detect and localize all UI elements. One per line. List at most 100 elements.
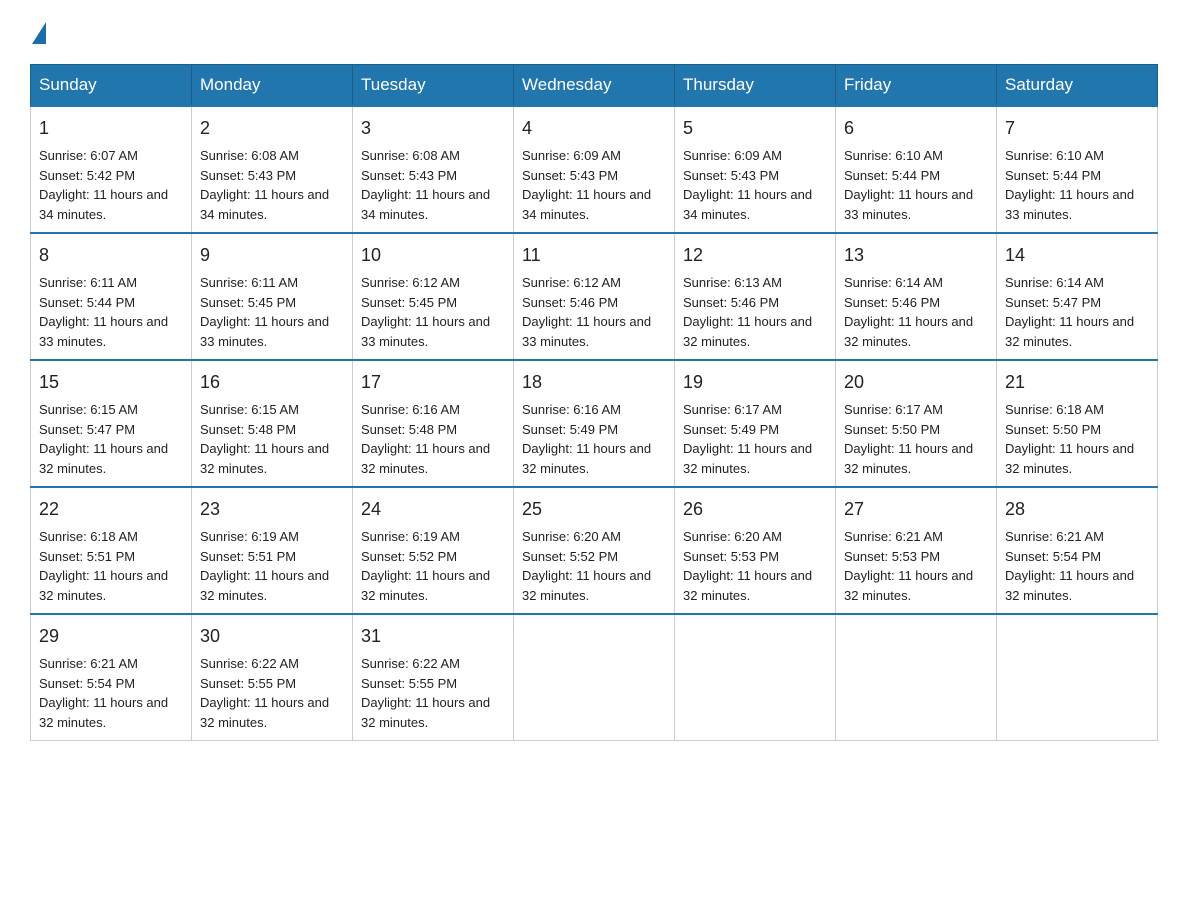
- calendar-cell: 8 Sunrise: 6:11 AMSunset: 5:44 PMDaylight…: [31, 233, 192, 360]
- calendar-cell: 13Sunrise: 6:14 AMSunset: 5:46 PMDayligh…: [836, 233, 997, 360]
- calendar-week-3: 15Sunrise: 6:15 AMSunset: 5:47 PMDayligh…: [31, 360, 1158, 487]
- day-info: Sunrise: 6:21 AMSunset: 5:54 PMDaylight:…: [1005, 527, 1149, 605]
- day-info: Sunrise: 6:12 AMSunset: 5:46 PMDaylight:…: [522, 273, 666, 351]
- header-saturday: Saturday: [997, 65, 1158, 107]
- day-info: Sunrise: 6:10 AMSunset: 5:44 PMDaylight:…: [1005, 146, 1149, 224]
- calendar-cell: 18 Sunrise: 6:16 AMSunset: 5:49 PMDayligh…: [514, 360, 675, 487]
- day-info: Sunrise: 6:13 AMSunset: 5:46 PMDaylight:…: [683, 273, 827, 351]
- calendar-cell: 26 Sunrise: 6:20 AMSunset: 5:53 PMDayligh…: [675, 487, 836, 614]
- header-thursday: Thursday: [675, 65, 836, 107]
- calendar-week-2: 8 Sunrise: 6:11 AMSunset: 5:44 PMDaylight…: [31, 233, 1158, 360]
- day-number: 29: [39, 623, 183, 650]
- calendar-cell: 17 Sunrise: 6:16 AMSunset: 5:48 PMDayligh…: [353, 360, 514, 487]
- day-number: 5: [683, 115, 827, 142]
- day-number: 20: [844, 369, 988, 396]
- day-number: 7: [1005, 115, 1149, 142]
- day-number: 10: [361, 242, 505, 269]
- day-number: 19: [683, 369, 827, 396]
- day-number: 28: [1005, 496, 1149, 523]
- calendar-cell: 19 Sunrise: 6:17 AMSunset: 5:49 PMDayligh…: [675, 360, 836, 487]
- day-number: 3: [361, 115, 505, 142]
- header-tuesday: Tuesday: [353, 65, 514, 107]
- day-number: 15: [39, 369, 183, 396]
- calendar-cell: 28 Sunrise: 6:21 AMSunset: 5:54 PMDayligh…: [997, 487, 1158, 614]
- day-info: Sunrise: 6:14 AMSunset: 5:47 PMDaylight:…: [1005, 273, 1149, 351]
- header-sunday: Sunday: [31, 65, 192, 107]
- day-number: 16: [200, 369, 344, 396]
- day-number: 30: [200, 623, 344, 650]
- day-info: Sunrise: 6:20 AMSunset: 5:52 PMDaylight:…: [522, 527, 666, 605]
- calendar-cell: 2Sunrise: 6:08 AMSunset: 5:43 PMDaylight…: [192, 106, 353, 233]
- calendar-week-5: 29 Sunrise: 6:21 AMSunset: 5:54 PMDayligh…: [31, 614, 1158, 741]
- calendar-cell: 7 Sunrise: 6:10 AMSunset: 5:44 PMDaylight…: [997, 106, 1158, 233]
- day-number: 23: [200, 496, 344, 523]
- calendar-cell: 9 Sunrise: 6:11 AMSunset: 5:45 PMDaylight…: [192, 233, 353, 360]
- day-number: 2: [200, 115, 344, 142]
- day-info: Sunrise: 6:18 AMSunset: 5:51 PMDaylight:…: [39, 527, 183, 605]
- calendar-cell: 27Sunrise: 6:21 AMSunset: 5:53 PMDayligh…: [836, 487, 997, 614]
- calendar-cell: 29 Sunrise: 6:21 AMSunset: 5:54 PMDayligh…: [31, 614, 192, 741]
- calendar-cell: 5 Sunrise: 6:09 AMSunset: 5:43 PMDaylight…: [675, 106, 836, 233]
- header-monday: Monday: [192, 65, 353, 107]
- calendar-cell: 25 Sunrise: 6:20 AMSunset: 5:52 PMDayligh…: [514, 487, 675, 614]
- calendar-cell: 4 Sunrise: 6:09 AMSunset: 5:43 PMDaylight…: [514, 106, 675, 233]
- calendar-week-4: 22 Sunrise: 6:18 AMSunset: 5:51 PMDayligh…: [31, 487, 1158, 614]
- day-info: Sunrise: 6:22 AMSunset: 5:55 PMDaylight:…: [200, 654, 344, 732]
- calendar-cell: 16Sunrise: 6:15 AMSunset: 5:48 PMDayligh…: [192, 360, 353, 487]
- calendar-cell: 21 Sunrise: 6:18 AMSunset: 5:50 PMDayligh…: [997, 360, 1158, 487]
- day-number: 26: [683, 496, 827, 523]
- day-info: Sunrise: 6:14 AMSunset: 5:46 PMDaylight:…: [844, 273, 988, 351]
- day-info: Sunrise: 6:22 AMSunset: 5:55 PMDaylight:…: [361, 654, 505, 732]
- calendar-table: SundayMondayTuesdayWednesdayThursdayFrid…: [30, 64, 1158, 741]
- day-info: Sunrise: 6:07 AMSunset: 5:42 PMDaylight:…: [39, 146, 183, 224]
- day-info: Sunrise: 6:20 AMSunset: 5:53 PMDaylight:…: [683, 527, 827, 605]
- day-info: Sunrise: 6:18 AMSunset: 5:50 PMDaylight:…: [1005, 400, 1149, 478]
- day-number: 25: [522, 496, 666, 523]
- calendar-cell: 14 Sunrise: 6:14 AMSunset: 5:47 PMDayligh…: [997, 233, 1158, 360]
- day-info: Sunrise: 6:09 AMSunset: 5:43 PMDaylight:…: [683, 146, 827, 224]
- day-info: Sunrise: 6:16 AMSunset: 5:48 PMDaylight:…: [361, 400, 505, 478]
- day-number: 1: [39, 115, 183, 142]
- day-number: 31: [361, 623, 505, 650]
- day-info: Sunrise: 6:11 AMSunset: 5:45 PMDaylight:…: [200, 273, 344, 351]
- day-number: 6: [844, 115, 988, 142]
- day-number: 9: [200, 242, 344, 269]
- header-friday: Friday: [836, 65, 997, 107]
- day-info: Sunrise: 6:11 AMSunset: 5:44 PMDaylight:…: [39, 273, 183, 351]
- calendar-cell: 31 Sunrise: 6:22 AMSunset: 5:55 PMDayligh…: [353, 614, 514, 741]
- day-info: Sunrise: 6:08 AMSunset: 5:43 PMDaylight:…: [361, 146, 505, 224]
- calendar-cell: 1 Sunrise: 6:07 AMSunset: 5:42 PMDaylight…: [31, 106, 192, 233]
- day-number: 18: [522, 369, 666, 396]
- day-number: 17: [361, 369, 505, 396]
- day-info: Sunrise: 6:17 AMSunset: 5:49 PMDaylight:…: [683, 400, 827, 478]
- calendar-cell: 3 Sunrise: 6:08 AMSunset: 5:43 PMDaylight…: [353, 106, 514, 233]
- day-info: Sunrise: 6:19 AMSunset: 5:52 PMDaylight:…: [361, 527, 505, 605]
- day-info: Sunrise: 6:10 AMSunset: 5:44 PMDaylight:…: [844, 146, 988, 224]
- header-wednesday: Wednesday: [514, 65, 675, 107]
- day-number: 14: [1005, 242, 1149, 269]
- calendar-cell: 30 Sunrise: 6:22 AMSunset: 5:55 PMDayligh…: [192, 614, 353, 741]
- day-info: Sunrise: 6:17 AMSunset: 5:50 PMDaylight:…: [844, 400, 988, 478]
- day-info: Sunrise: 6:21 AMSunset: 5:54 PMDaylight:…: [39, 654, 183, 732]
- day-number: 4: [522, 115, 666, 142]
- day-number: 11: [522, 242, 666, 269]
- calendar-cell: [836, 614, 997, 741]
- calendar-header-row: SundayMondayTuesdayWednesdayThursdayFrid…: [31, 65, 1158, 107]
- day-info: Sunrise: 6:09 AMSunset: 5:43 PMDaylight:…: [522, 146, 666, 224]
- calendar-cell: [514, 614, 675, 741]
- page-header: [30, 20, 1158, 44]
- calendar-cell: 22 Sunrise: 6:18 AMSunset: 5:51 PMDayligh…: [31, 487, 192, 614]
- logo: [30, 20, 46, 44]
- day-number: 22: [39, 496, 183, 523]
- calendar-cell: [675, 614, 836, 741]
- day-number: 12: [683, 242, 827, 269]
- logo-triangle-icon: [32, 22, 46, 44]
- day-info: Sunrise: 6:16 AMSunset: 5:49 PMDaylight:…: [522, 400, 666, 478]
- day-number: 21: [1005, 369, 1149, 396]
- day-number: 8: [39, 242, 183, 269]
- calendar-cell: 20 Sunrise: 6:17 AMSunset: 5:50 PMDayligh…: [836, 360, 997, 487]
- calendar-cell: 23Sunrise: 6:19 AMSunset: 5:51 PMDayligh…: [192, 487, 353, 614]
- day-number: 27: [844, 496, 988, 523]
- calendar-cell: 6 Sunrise: 6:10 AMSunset: 5:44 PMDaylight…: [836, 106, 997, 233]
- calendar-cell: 15Sunrise: 6:15 AMSunset: 5:47 PMDayligh…: [31, 360, 192, 487]
